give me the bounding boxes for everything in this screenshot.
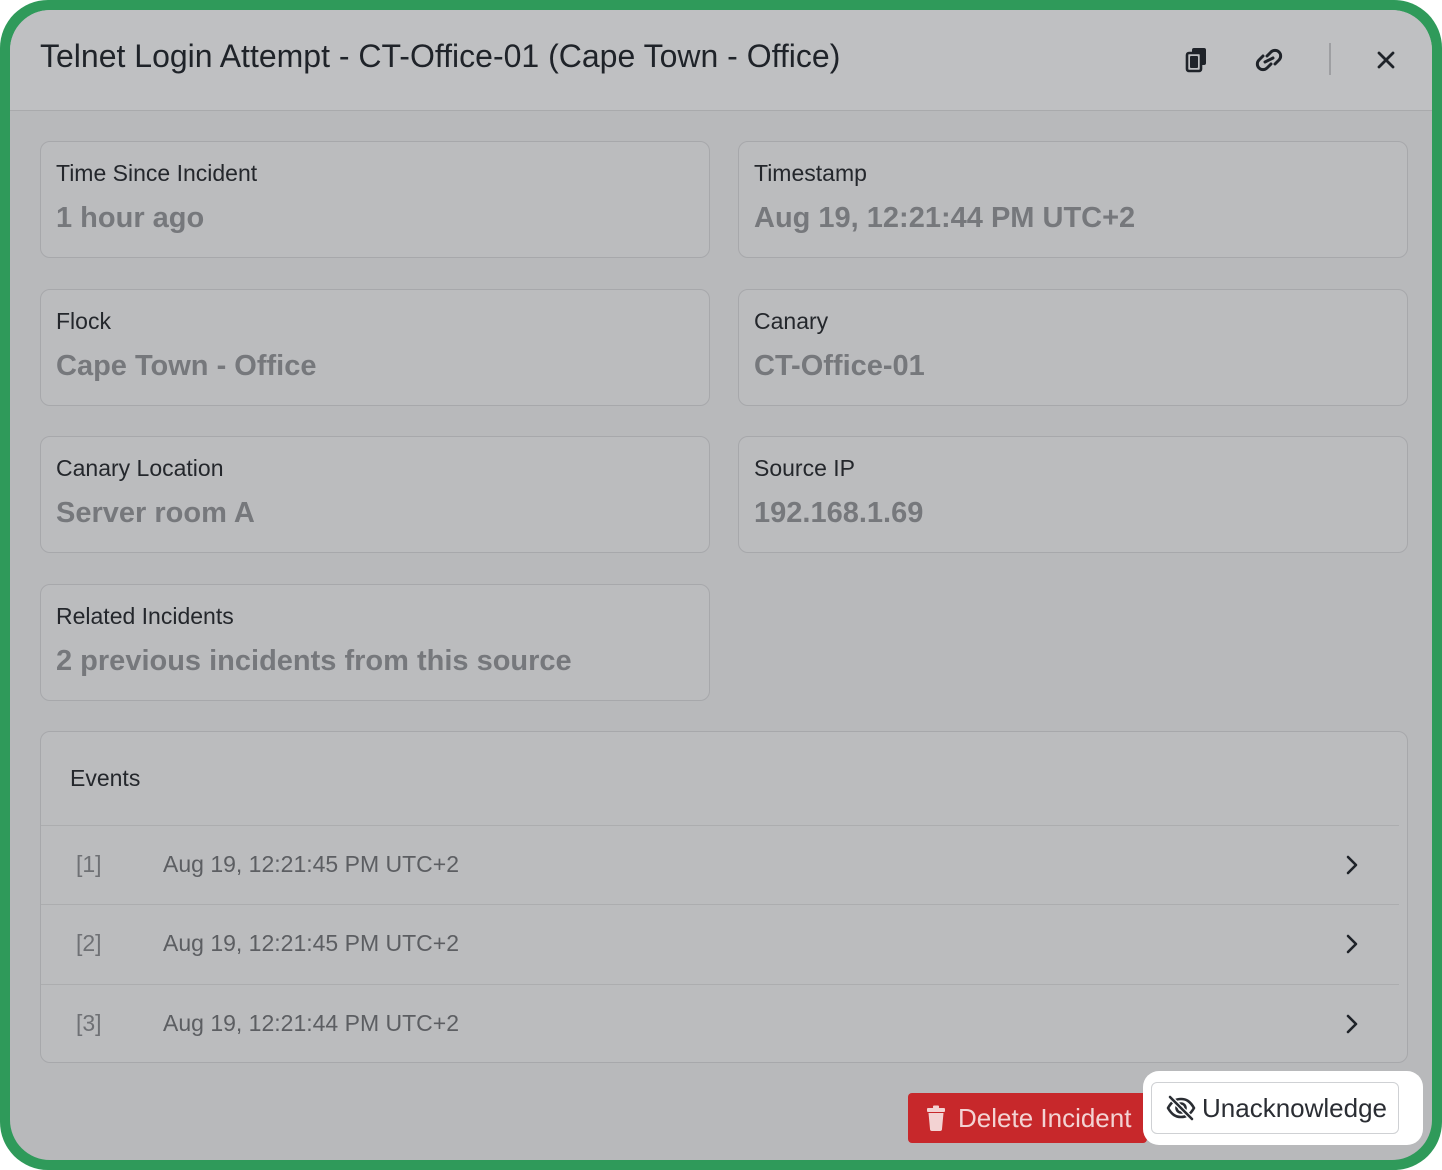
canary-location-card: Canary Location Server room A [40, 436, 710, 553]
unacknowledge-highlight: Unacknowledge [1143, 1071, 1423, 1145]
chevron-right-icon [1346, 1014, 1358, 1034]
event-row[interactable]: [2] Aug 19, 12:21:45 PM UTC+2 [41, 904, 1399, 984]
canary-location-label: Canary Location [56, 455, 224, 481]
link-button[interactable] [1249, 40, 1289, 80]
link-icon [1255, 48, 1283, 72]
time-since-value: 1 hour ago [56, 202, 205, 234]
flock-card: Flock Cape Town - Office [40, 289, 710, 406]
header-divider [1329, 43, 1331, 75]
events-panel: Events [1] Aug 19, 12:21:45 PM UTC+2 [2]… [40, 731, 1408, 1063]
related-incidents-card[interactable]: Related Incidents 2 previous incidents f… [40, 584, 710, 701]
related-incidents-value: 2 previous incidents from this source [56, 645, 572, 677]
event-time: Aug 19, 12:21:44 PM UTC+2 [163, 1010, 459, 1036]
event-index: [1] [76, 851, 102, 877]
close-icon [1377, 51, 1395, 69]
event-index: [2] [76, 930, 102, 956]
source-ip-value: 192.168.1.69 [754, 497, 924, 529]
event-index: [3] [76, 1010, 102, 1036]
event-row[interactable]: [3] Aug 19, 12:21:44 PM UTC+2 [41, 984, 1399, 1064]
timestamp-card: Timestamp Aug 19, 12:21:44 PM UTC+2 [738, 141, 1408, 258]
event-time: Aug 19, 12:21:45 PM UTC+2 [163, 851, 459, 877]
chevron-right-icon [1346, 855, 1358, 875]
canary-card: Canary CT-Office-01 [738, 289, 1408, 406]
flock-value: Cape Town - Office [56, 350, 317, 382]
timestamp-value: Aug 19, 12:21:44 PM UTC+2 [754, 202, 1136, 234]
copy-icon [1185, 48, 1206, 73]
time-since-card: Time Since Incident 1 hour ago [40, 141, 710, 258]
chevron-right-icon [1346, 934, 1358, 954]
modal-header: Telnet Login Attempt - CT-Office-01 (Cap… [10, 10, 1432, 111]
related-incidents-label: Related Incidents [56, 603, 234, 629]
eye-slash-icon [1166, 1095, 1196, 1121]
event-time: Aug 19, 12:21:45 PM UTC+2 [163, 930, 459, 956]
canary-value: CT-Office-01 [754, 350, 925, 382]
canary-label: Canary [754, 308, 829, 334]
time-since-label: Time Since Incident [56, 160, 258, 186]
timestamp-label: Timestamp [754, 160, 867, 186]
unacknowledge-button[interactable]: Unacknowledge [1151, 1082, 1399, 1134]
unacknowledge-label: Unacknowledge [1202, 1093, 1388, 1123]
incident-modal: Telnet Login Attempt - CT-Office-01 (Cap… [10, 10, 1432, 1160]
close-button[interactable] [1366, 40, 1406, 80]
events-title: Events [70, 765, 141, 791]
window-frame: Telnet Login Attempt - CT-Office-01 (Cap… [0, 0, 1442, 1170]
source-ip-card: Source IP 192.168.1.69 [738, 436, 1408, 553]
source-ip-label: Source IP [754, 455, 855, 481]
delete-incident-label: Delete Incident [958, 1103, 1132, 1133]
flock-label: Flock [56, 308, 111, 334]
modal-title: Telnet Login Attempt - CT-Office-01 (Cap… [40, 38, 841, 74]
event-row[interactable]: [1] Aug 19, 12:21:45 PM UTC+2 [41, 825, 1399, 905]
delete-incident-button[interactable]: Delete Incident [908, 1093, 1147, 1143]
canary-location-value: Server room A [56, 497, 255, 529]
trash-icon [927, 1105, 945, 1131]
copy-button[interactable] [1177, 40, 1217, 80]
